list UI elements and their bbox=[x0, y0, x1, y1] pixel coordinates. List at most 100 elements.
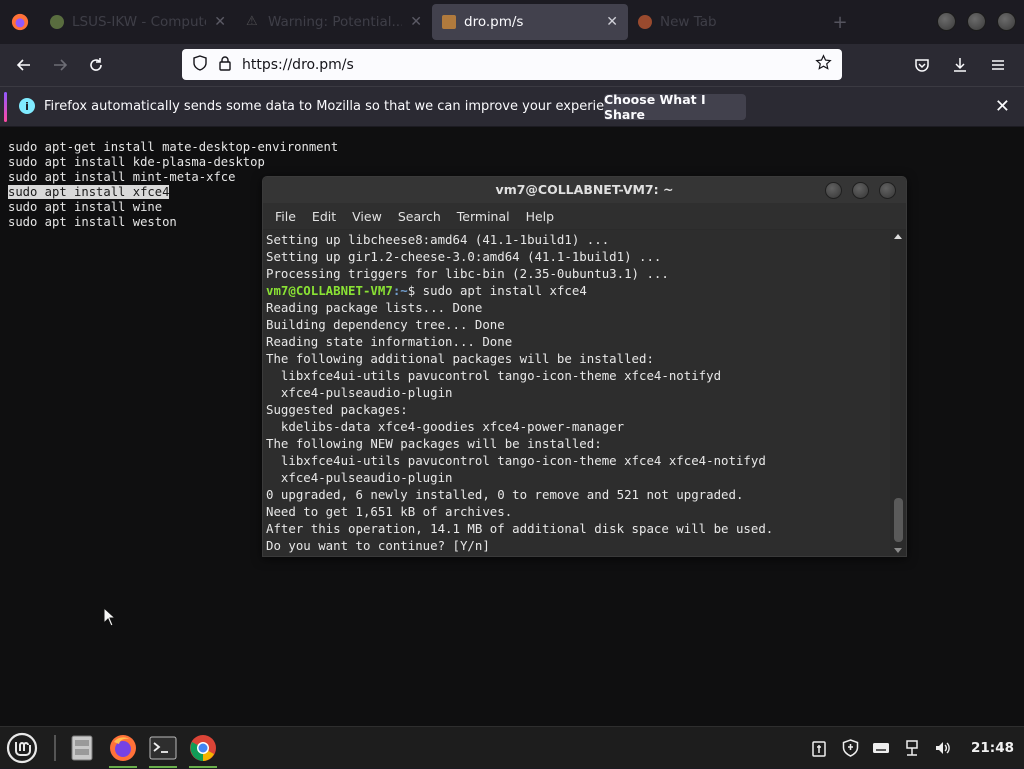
prompt-path: :~ bbox=[392, 283, 408, 298]
close-tab-icon[interactable]: ✕ bbox=[606, 14, 618, 30]
system-tray: 21:48 bbox=[810, 727, 1014, 769]
terminal-minimize-button[interactable] bbox=[825, 182, 842, 199]
tab-new-tab[interactable]: New Tab bbox=[628, 4, 824, 40]
reload-icon[interactable] bbox=[78, 47, 114, 83]
output-line: The following additional packages will b… bbox=[266, 351, 654, 366]
terminal-window[interactable]: vm7@COLLABNET-VM7: ~ File Edit View Sear… bbox=[262, 176, 907, 557]
close-icon[interactable]: ✕ bbox=[995, 96, 1010, 117]
address-bar[interactable]: https://dro.pm/s bbox=[182, 49, 842, 80]
command-line-selected[interactable]: sudo apt install xfce4 bbox=[8, 185, 170, 199]
command-line[interactable]: sudo apt install weston bbox=[8, 215, 177, 229]
terminal-window-controls bbox=[825, 182, 896, 199]
menu-terminal[interactable]: Terminal bbox=[449, 209, 518, 224]
terminal-output[interactable]: Setting up libcheese8:amd64 (41.1-1build… bbox=[263, 230, 892, 556]
output-line: Need to get 1,651 kB of archives. bbox=[266, 504, 513, 519]
tab-lsus[interactable]: LSUS-IKW - Computer... ✕ bbox=[40, 4, 236, 40]
keyboard-icon[interactable] bbox=[872, 739, 890, 757]
output-line: Reading state information... Done bbox=[266, 334, 513, 349]
scroll-up-arrow-icon[interactable] bbox=[894, 234, 902, 239]
prompt-command: $ sudo apt install xfce4 bbox=[407, 283, 587, 298]
terminal-icon[interactable] bbox=[145, 730, 181, 768]
terminal-scrollbar[interactable] bbox=[890, 230, 906, 556]
output-line: xfce4-pulseaudio-plugin bbox=[266, 385, 453, 400]
close-tab-icon[interactable]: ✕ bbox=[410, 14, 422, 30]
close-tab-icon[interactable]: ✕ bbox=[214, 14, 226, 30]
firefox-icon bbox=[638, 15, 652, 29]
firefox-menu-icon[interactable] bbox=[0, 0, 40, 44]
forward-arrow-icon[interactable] bbox=[42, 47, 78, 83]
menu-help[interactable]: Help bbox=[518, 209, 563, 224]
linux-mint-menu-icon[interactable] bbox=[6, 732, 38, 764]
terminal-menubar: File Edit View Search Terminal Help bbox=[263, 203, 906, 229]
lock-icon[interactable] bbox=[218, 55, 232, 75]
minimize-button[interactable] bbox=[937, 12, 956, 31]
downloads-icon[interactable] bbox=[942, 47, 978, 83]
output-line: Suggested packages: bbox=[266, 402, 408, 417]
tab-warning[interactable]: ⚠ Warning: Potential... ✕ bbox=[236, 4, 432, 40]
close-window-button[interactable] bbox=[997, 12, 1016, 31]
clock[interactable]: 21:48 bbox=[971, 740, 1014, 756]
bookmark-star-icon[interactable] bbox=[815, 54, 832, 75]
data-collection-notification: i Firefox automatically sends some data … bbox=[0, 86, 1024, 126]
menu-search[interactable]: Search bbox=[390, 209, 449, 224]
output-line: Setting up libcheese8:amd64 (41.1-1build… bbox=[266, 232, 610, 247]
output-line: Processing triggers for libc-bin (2.35-0… bbox=[266, 266, 669, 281]
choose-what-i-share-button[interactable]: Choose What I Share bbox=[604, 92, 746, 122]
output-line: libxfce4ui-utils pavucontrol tango-icon-… bbox=[266, 453, 766, 468]
pocket-icon[interactable] bbox=[904, 47, 940, 83]
url-text[interactable]: https://dro.pm/s bbox=[242, 57, 805, 73]
command-line[interactable]: sudo apt install mint-meta-xfce bbox=[8, 170, 235, 184]
output-line: kdelibs-data xfce4-goodies xfce4-power-m… bbox=[266, 419, 625, 434]
chrome-icon[interactable] bbox=[185, 730, 221, 768]
output-line: Reading package lists... Done bbox=[266, 300, 483, 315]
output-line: Building dependency tree... Done bbox=[266, 317, 505, 332]
tab-label: dro.pm/s bbox=[464, 14, 524, 30]
notification-text: Firefox automatically sends some data to… bbox=[44, 99, 632, 114]
taskbar: 21:48 bbox=[0, 726, 1024, 768]
terminal-close-button[interactable] bbox=[879, 182, 896, 199]
command-line[interactable]: sudo apt install wine bbox=[8, 200, 162, 214]
window-controls bbox=[937, 12, 1016, 31]
info-icon: i bbox=[19, 98, 35, 114]
output-line: xfce4-pulseaudio-plugin bbox=[266, 470, 453, 485]
shield-update-icon[interactable] bbox=[841, 739, 859, 757]
menu-edit[interactable]: Edit bbox=[304, 209, 344, 224]
command-line[interactable]: sudo apt-get install mate-desktop-enviro… bbox=[8, 140, 338, 154]
back-arrow-icon[interactable] bbox=[6, 47, 42, 83]
file-manager-icon[interactable] bbox=[64, 730, 100, 766]
output-line: Setting up gir1.2-cheese-3.0:amd64 (41.1… bbox=[266, 249, 662, 264]
taskbar-separator bbox=[54, 735, 56, 761]
terminal-title[interactable]: vm7@COLLABNET-VM7: ~ bbox=[263, 177, 906, 203]
scroll-down-arrow-icon[interactable] bbox=[894, 548, 902, 553]
tab-label: Warning: Potential... bbox=[268, 14, 403, 30]
tab-label: New Tab bbox=[660, 14, 717, 30]
notification-accent bbox=[4, 92, 7, 122]
continue-prompt-line: Do you want to continue? [Y/n] bbox=[266, 538, 498, 553]
prompt-user: vm7@COLLABNET-VM7 bbox=[266, 283, 393, 298]
maximize-button[interactable] bbox=[967, 12, 986, 31]
tab-dro-pm[interactable]: dro.pm/s ✕ bbox=[432, 4, 628, 40]
tab-label: LSUS-IKW - Computer... bbox=[72, 14, 206, 30]
terminal-maximize-button[interactable] bbox=[852, 182, 869, 199]
volume-icon[interactable] bbox=[934, 739, 952, 757]
output-line: After this operation, 14.1 MB of additio… bbox=[266, 521, 774, 536]
output-line: The following NEW packages will be insta… bbox=[266, 436, 602, 451]
command-line[interactable]: sudo apt install kde-plasma-desktop bbox=[8, 155, 265, 169]
mouse-pointer-icon bbox=[103, 606, 117, 631]
output-line: libxfce4ui-utils pavucontrol tango-icon-… bbox=[266, 368, 722, 383]
linux-mint-icon bbox=[50, 15, 64, 29]
network-icon[interactable] bbox=[903, 739, 921, 757]
menu-file[interactable]: File bbox=[267, 209, 304, 224]
scrollbar-thumb[interactable] bbox=[894, 498, 903, 542]
page-icon bbox=[442, 15, 456, 29]
output-line: 0 upgraded, 6 newly installed, 0 to remo… bbox=[266, 487, 744, 502]
new-tab-icon[interactable]: + bbox=[824, 12, 856, 33]
tab-strip: LSUS-IKW - Computer... ✕ ⚠ Warning: Pote… bbox=[0, 0, 1024, 44]
warning-icon: ⚠ bbox=[246, 14, 258, 29]
navigation-toolbar: https://dro.pm/s bbox=[0, 44, 1024, 86]
shield-icon[interactable] bbox=[192, 54, 208, 75]
hamburger-menu-icon[interactable] bbox=[980, 47, 1016, 83]
clipboard-icon[interactable] bbox=[810, 739, 828, 757]
firefox-icon[interactable] bbox=[105, 730, 141, 768]
menu-view[interactable]: View bbox=[344, 209, 390, 224]
